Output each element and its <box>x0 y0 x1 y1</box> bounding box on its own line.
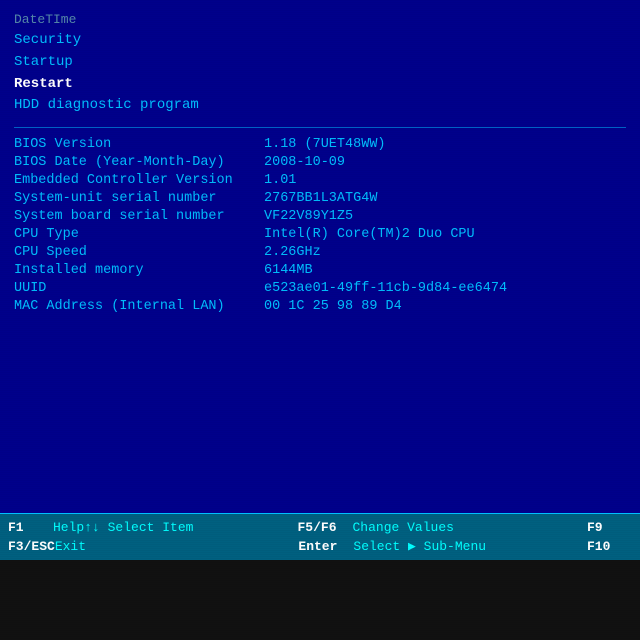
info-value: 2008-10-09 <box>254 154 626 172</box>
table-row: System board serial numberVF22V89Y1Z5 <box>14 208 626 226</box>
key-f5f6: F5/F6 <box>298 520 353 535</box>
info-label: UUID <box>14 280 254 298</box>
info-value: 6144MB <box>254 262 626 280</box>
bottom-strip <box>0 560 640 640</box>
bios-screen: DateTIme Security Startup Restart HDD di… <box>0 0 640 640</box>
info-label: CPU Speed <box>14 244 254 262</box>
info-label: Embedded Controller Version <box>14 172 254 190</box>
key-f1: F1 <box>8 520 53 535</box>
nav-item-datetime[interactable]: DateTIme <box>14 10 626 30</box>
info-value: 2767BB1L3ATG4W <box>254 190 626 208</box>
desc-exit: Exit <box>55 539 289 554</box>
info-value: Intel(R) Core(TM)2 Duo CPU <box>254 226 626 244</box>
table-row: CPU TypeIntel(R) Core(TM)2 Duo CPU <box>14 226 626 244</box>
info-value: 1.18 (7UET48WW) <box>254 136 626 154</box>
info-value: 1.01 <box>254 172 626 190</box>
nav-item-restart[interactable]: Restart <box>14 74 626 96</box>
info-label: System board serial number <box>14 208 254 226</box>
table-row: Installed memory6144MB <box>14 262 626 280</box>
table-row: UUIDe523ae01-49ff-11cb-9d84-ee6474 <box>14 280 626 298</box>
table-row: BIOS Version1.18 (7UET48WW) <box>14 136 626 154</box>
nav-menu: DateTIme Security Startup Restart HDD di… <box>14 10 626 117</box>
status-bar: F1 Help↑↓ Select Item F5/F6 Change Value… <box>0 513 640 560</box>
key-enter: Enter <box>298 539 353 554</box>
info-value: 00 1C 25 98 89 D4 <box>254 298 626 316</box>
main-area: DateTIme Security Startup Restart HDD di… <box>0 0 640 513</box>
info-label: System-unit serial number <box>14 190 254 208</box>
key-f3esc: F3/ESC <box>8 539 55 554</box>
table-row: Embedded Controller Version1.01 <box>14 172 626 190</box>
info-label: CPU Type <box>14 226 254 244</box>
desc-help: Help↑↓ Select Item <box>53 520 288 535</box>
info-label: Installed memory <box>14 262 254 280</box>
table-row: MAC Address (Internal LAN)00 1C 25 98 89… <box>14 298 626 316</box>
info-value: 2.26GHz <box>254 244 626 262</box>
info-value: VF22V89Y1Z5 <box>254 208 626 226</box>
info-label: BIOS Version <box>14 136 254 154</box>
key-f9: F9 <box>587 520 632 535</box>
separator <box>14 127 626 128</box>
info-table: BIOS Version1.18 (7UET48WW)BIOS Date (Ye… <box>14 136 626 316</box>
table-row: System-unit serial number2767BB1L3ATG4W <box>14 190 626 208</box>
status-row-2: F3/ESC Exit Enter Select ▶ Sub-Menu F10 <box>0 537 640 556</box>
status-row-1: F1 Help↑↓ Select Item F5/F6 Change Value… <box>0 518 640 537</box>
table-row: BIOS Date (Year-Month-Day)2008-10-09 <box>14 154 626 172</box>
info-label: BIOS Date (Year-Month-Day) <box>14 154 254 172</box>
info-label: MAC Address (Internal LAN) <box>14 298 254 316</box>
nav-item-startup[interactable]: Startup <box>14 52 626 74</box>
nav-item-hdd[interactable]: HDD diagnostic program <box>14 95 626 117</box>
nav-item-security[interactable]: Security <box>14 30 626 52</box>
key-f10: F10 <box>587 539 632 554</box>
info-value: e523ae01-49ff-11cb-9d84-ee6474 <box>254 280 626 298</box>
desc-change: Change Values <box>353 520 588 535</box>
desc-select: Select ▶ Sub-Menu <box>353 539 587 554</box>
table-row: CPU Speed2.26GHz <box>14 244 626 262</box>
